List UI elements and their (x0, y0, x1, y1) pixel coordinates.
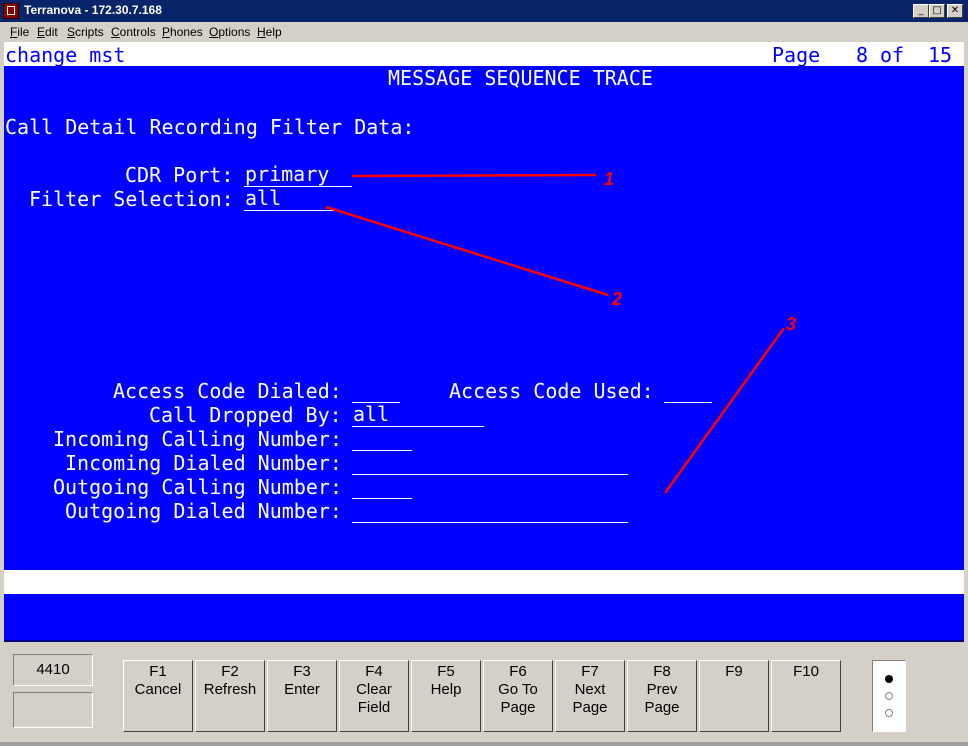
command-line: change mst Page 8 of 15 (4, 42, 964, 67)
terminal-type: 4410 (13, 654, 93, 686)
f2-refresh-button[interactable]: F2 Refresh (195, 660, 265, 732)
f7-action-label: Next (574, 681, 606, 698)
f6-go-to-page-button[interactable]: F6 Go To Page (483, 660, 553, 732)
terminal-screen[interactable]: change mst Page 8 of 15 MESSAGE SEQUENCE… (4, 42, 964, 642)
f7-next-page-button[interactable]: F7 Next Page (555, 660, 625, 732)
f1-cancel-button[interactable]: F1 Cancel (123, 660, 193, 732)
f10-button[interactable]: F10 (771, 660, 841, 732)
message-line (4, 570, 964, 594)
incoming-dialed-field[interactable] (352, 451, 628, 475)
f8-action-label-2: Page (644, 699, 680, 716)
screen-heading: MESSAGE SEQUENCE TRACE (388, 66, 653, 90)
f3-enter-button[interactable]: F3 Enter (267, 660, 337, 732)
f8-prev-page-button[interactable]: F8 Prev Page (627, 660, 697, 732)
maximize-button[interactable]: □ (929, 4, 945, 18)
call-dropped-by-label: Call Dropped By: (149, 403, 342, 427)
menu-file[interactable]: File (10, 25, 29, 39)
f1-key-label: F1 (149, 663, 167, 680)
minimize-button[interactable]: _ (913, 4, 929, 18)
f8-key-label: F8 (653, 663, 671, 680)
outgoing-calling-field[interactable] (352, 475, 412, 499)
f5-help-button[interactable]: F5 Help (411, 660, 481, 732)
outgoing-calling-label: Outgoing Calling Number: (53, 475, 342, 499)
f8-action-label: Prev (646, 681, 678, 698)
f7-key-label: F7 (581, 663, 599, 680)
app-icon[interactable] (3, 3, 19, 19)
page-total: 15 (928, 43, 953, 67)
cdr-port-value: primary (245, 162, 330, 186)
status-dot-2 (885, 692, 893, 700)
status-indicator (872, 660, 906, 732)
menu-edit[interactable]: Edit (37, 25, 58, 39)
menu-help[interactable]: Help (257, 25, 282, 39)
incoming-calling-label: Incoming Calling Number: (53, 427, 342, 451)
incoming-calling-field[interactable] (352, 427, 412, 451)
function-key-panel: 4410 F1 Cancel F2 Refresh F3 Enter F4 Cl… (0, 642, 968, 746)
f5-key-label: F5 (437, 663, 455, 680)
access-code-dialed-field[interactable] (352, 379, 400, 403)
menu-phones[interactable]: Phones (162, 25, 203, 39)
f9-button[interactable]: F9 (699, 660, 769, 732)
bottom-edge (0, 742, 968, 746)
incoming-dialed-label: Incoming Dialed Number: (65, 451, 342, 475)
status-dot-3 (885, 709, 893, 717)
filter-selection-label: Filter Selection: (29, 187, 234, 211)
page-label: Page (772, 43, 821, 67)
access-code-used-label: Access Code Used: (449, 379, 654, 403)
window-title: Terranova - 172.30.7.168 (24, 3, 162, 17)
f4-action-label: Clear (356, 681, 392, 698)
call-dropped-by-field[interactable]: all (352, 403, 484, 427)
access-code-dialed-label: Access Code Dialed: (113, 379, 342, 403)
f6-action-label: Go To (498, 681, 538, 698)
menu-scripts[interactable]: Scripts (67, 25, 104, 39)
close-button[interactable]: ✕ (947, 4, 963, 18)
f1-action-label: Cancel (134, 681, 182, 698)
f2-key-label: F2 (221, 663, 239, 680)
filter-selection-field[interactable]: all (244, 187, 334, 211)
f4-action-label-2: Field (357, 699, 391, 716)
status-box (13, 692, 93, 728)
outgoing-dialed-label: Outgoing Dialed Number: (65, 499, 342, 523)
f3-action-label: Enter (284, 681, 320, 698)
f6-action-label-2: Page (500, 699, 536, 716)
outgoing-dialed-field[interactable] (352, 499, 628, 523)
title-bar: Terranova - 172.30.7.168 _ □ ✕ (0, 0, 968, 22)
filter-selection-value: all (245, 186, 282, 210)
f2-action-label: Refresh (203, 681, 257, 698)
f9-key-label: F9 (725, 663, 743, 680)
f3-key-label: F3 (293, 663, 311, 680)
page-current: 8 (856, 43, 869, 67)
cdr-port-field[interactable]: primary (244, 163, 352, 187)
status-dot-active (885, 675, 893, 683)
menu-options[interactable]: Options (209, 25, 250, 39)
f6-key-label: F6 (509, 663, 527, 680)
command-text: change mst (5, 43, 126, 67)
f5-action-label: Help (430, 681, 462, 698)
f4-key-label: F4 (365, 663, 383, 680)
f7-action-label-2: Page (572, 699, 608, 716)
f10-key-label: F10 (793, 663, 819, 680)
access-code-used-field[interactable] (664, 379, 712, 403)
page-of: of (880, 43, 905, 67)
menu-controls[interactable]: Controls (111, 25, 156, 39)
call-dropped-by-value: all (353, 402, 390, 426)
cdr-port-label: CDR Port: (125, 163, 234, 187)
section-title: Call Detail Recording Filter Data: (5, 115, 415, 139)
f4-clear-field-button[interactable]: F4 Clear Field (339, 660, 409, 732)
menu-bar: File Edit Scripts Controls Phones Option… (0, 22, 968, 42)
